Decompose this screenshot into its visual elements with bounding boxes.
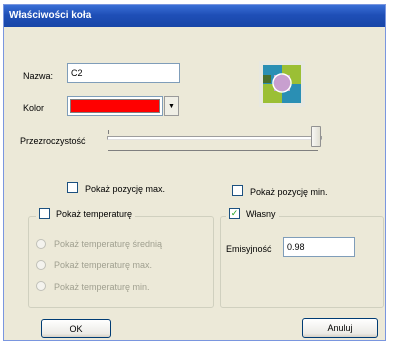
- show-temperature-label: Pokaż temperaturę: [56, 208, 133, 219]
- temp-avg-radio[interactable]: [36, 239, 46, 249]
- color-picker[interactable]: [67, 96, 163, 116]
- ok-button[interactable]: OK: [41, 319, 111, 338]
- properties-dialog: Właściwości koła Nazwa: C2 Kolor ▼ Przez…: [3, 4, 386, 341]
- show-min-position-label: Pokaż pozycję min.: [250, 187, 328, 197]
- show-max-position-label: Pokaż pozycję max.: [85, 184, 166, 194]
- slider-tick-start: [108, 130, 109, 134]
- emissivity-field[interactable]: 0.98: [283, 237, 355, 257]
- transparency-label: Przezroczystość: [20, 136, 86, 146]
- chevron-down-icon: ▼: [168, 102, 175, 110]
- show-max-position-checkbox[interactable]: [67, 182, 78, 193]
- cancel-button[interactable]: Anuluj: [302, 318, 378, 338]
- emissivity-group: [220, 216, 384, 308]
- emissivity-group-header: ✓ Własny: [226, 208, 279, 219]
- temp-min-radio[interactable]: [36, 281, 46, 291]
- name-field[interactable]: C2: [67, 63, 180, 83]
- color-label: Kolor: [23, 103, 45, 113]
- transparency-slider-thumb[interactable]: [311, 126, 321, 147]
- temp-min-label: Pokaż temperaturę min.: [54, 282, 150, 292]
- checkmark-icon: ✓: [230, 208, 239, 218]
- color-dropdown-button[interactable]: ▼: [164, 96, 179, 116]
- own-label: Własny: [246, 208, 276, 219]
- dialog-title: Właściwości koła: [4, 5, 385, 27]
- circle-grid-icon: [259, 61, 305, 107]
- show-min-position-checkbox[interactable]: [232, 185, 243, 196]
- emissivity-label: Emisyjność: [226, 244, 272, 254]
- temp-avg-label: Pokaż temperaturę średnią: [54, 239, 163, 249]
- show-temperature-checkbox[interactable]: [39, 208, 50, 219]
- temperature-group-header: Pokaż temperaturę: [36, 208, 136, 219]
- temp-max-radio[interactable]: [36, 260, 46, 270]
- color-swatch: [70, 99, 160, 113]
- name-label: Nazwa:: [23, 71, 54, 81]
- temp-max-label: Pokaż temperaturę max.: [54, 260, 153, 270]
- transparency-slider-track[interactable]: [107, 136, 322, 140]
- own-checkbox[interactable]: ✓: [229, 208, 240, 219]
- slider-baseline: [108, 150, 318, 151]
